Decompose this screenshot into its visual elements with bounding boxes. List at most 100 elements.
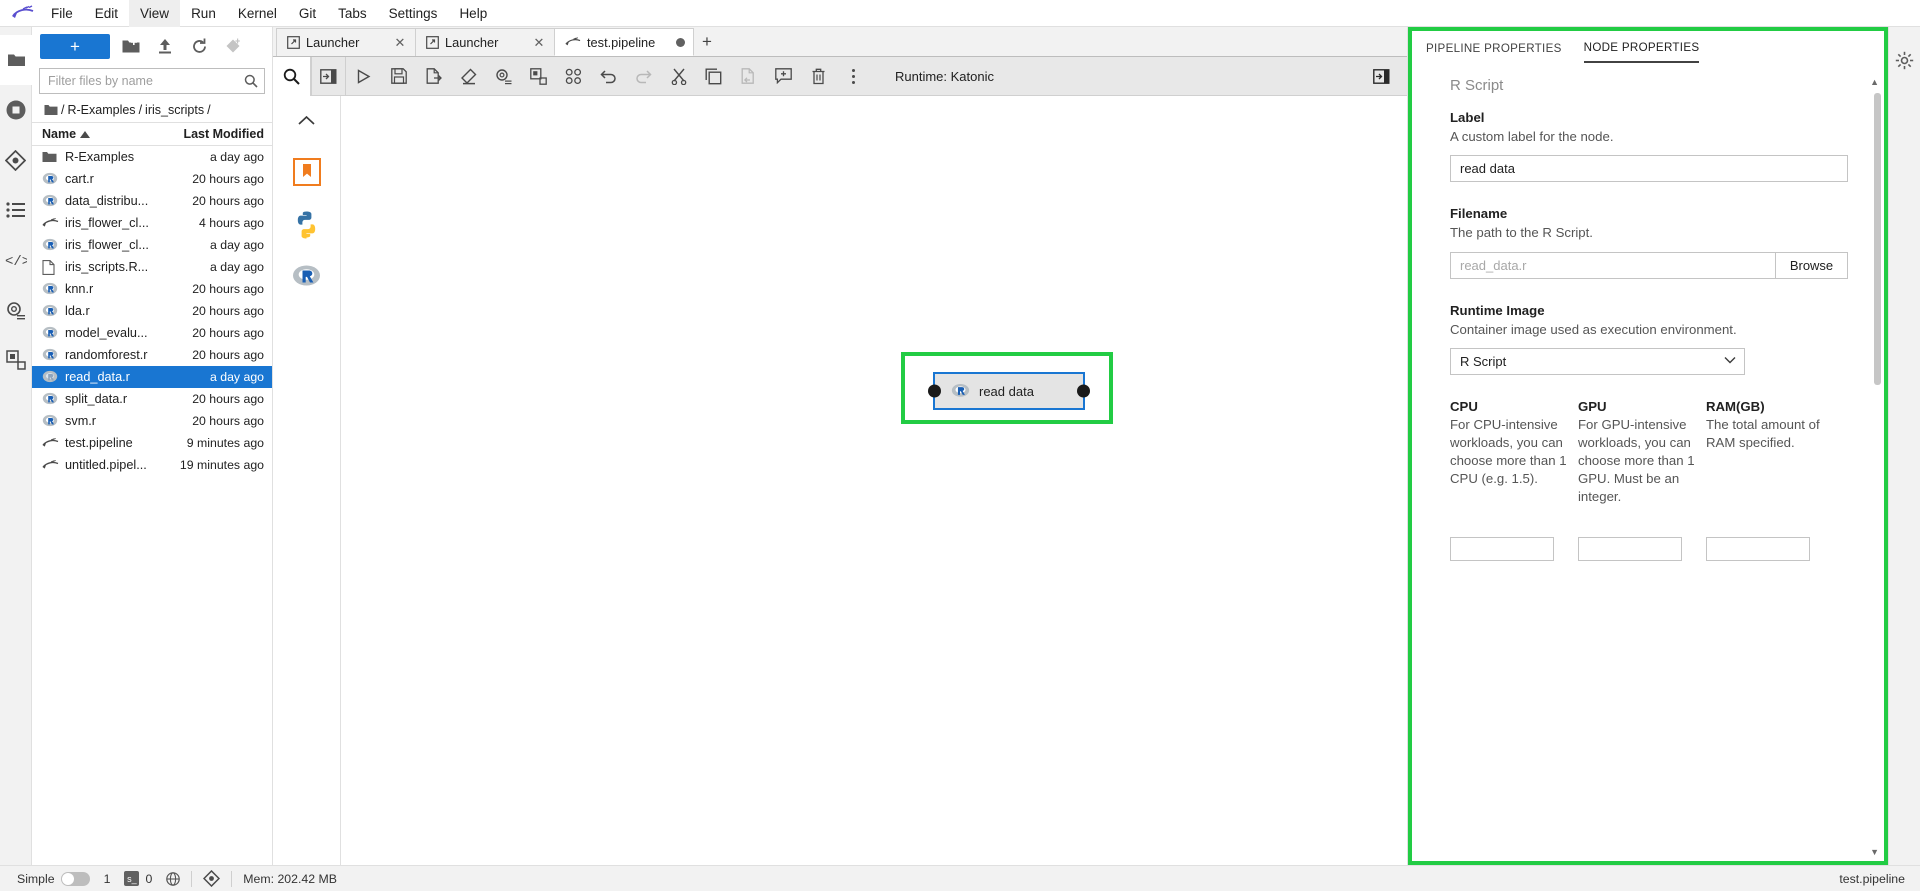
- delete-button[interactable]: [801, 57, 836, 96]
- save-pipeline-button[interactable]: [381, 57, 416, 96]
- menu-git[interactable]: Git: [288, 0, 327, 27]
- menu-file[interactable]: File: [40, 0, 84, 27]
- list-item[interactable]: untitled.pipel... 19 minutes ago: [32, 454, 272, 476]
- menu-edit[interactable]: Edit: [84, 0, 129, 27]
- simple-mode-toggle[interactable]: Simple: [10, 871, 97, 886]
- breadcrumb-root-icon[interactable]: [44, 104, 58, 116]
- properties-scrollbar-track[interactable]: ▲ ▼: [1870, 77, 1881, 857]
- runtime-image-select[interactable]: R Script: [1450, 348, 1745, 376]
- file-filter-box[interactable]: [39, 68, 265, 94]
- git-icon[interactable]: [196, 870, 227, 887]
- breadcrumb-item-r-examples[interactable]: R-Examples: [67, 103, 135, 117]
- breadcrumb-item-iris-scripts[interactable]: iris_scripts: [145, 103, 204, 117]
- menu-kernel[interactable]: Kernel: [227, 0, 288, 27]
- breadcrumb-sep-1[interactable]: /: [139, 103, 142, 117]
- sidebar-item-git[interactable]: [0, 135, 32, 185]
- list-item[interactable]: knn.r 20 hours ago: [32, 278, 272, 300]
- list-item-selected[interactable]: read_data.r a day ago: [32, 366, 272, 388]
- right-settings-panel[interactable]: [1889, 35, 1920, 85]
- sidebar-item-property-settings[interactable]: [0, 285, 32, 335]
- column-header-name[interactable]: Name: [42, 127, 168, 141]
- kernel-count[interactable]: s_ 0: [117, 871, 159, 886]
- tab-test-pipeline[interactable]: test.pipeline: [554, 28, 694, 56]
- search-icon[interactable]: [273, 56, 311, 96]
- new-tab-button[interactable]: +: [693, 28, 721, 56]
- menu-run[interactable]: Run: [180, 0, 227, 27]
- more-options-button[interactable]: [836, 57, 871, 96]
- input-port[interactable]: [928, 384, 941, 398]
- run-pipeline-button[interactable]: [346, 57, 381, 96]
- output-port[interactable]: [1077, 384, 1090, 398]
- redo-button[interactable]: [626, 57, 661, 96]
- unsaved-changes-dot[interactable]: [676, 37, 685, 47]
- filename-input[interactable]: [1450, 251, 1776, 279]
- pipeline-properties-button[interactable]: [486, 57, 521, 96]
- pipeline-canvas[interactable]: read data: [341, 96, 1407, 865]
- list-item[interactable]: iris_flower_cl... a day ago: [32, 234, 272, 256]
- list-item[interactable]: model_evalu... 20 hours ago: [32, 322, 272, 344]
- close-icon[interactable]: ✕: [393, 35, 407, 51]
- sidebar-item-toc[interactable]: [0, 185, 32, 235]
- upload-icon[interactable]: [152, 34, 178, 59]
- palette-python-node[interactable]: [287, 204, 327, 244]
- browse-button[interactable]: Browse: [1776, 251, 1848, 279]
- open-panel-icon[interactable]: [1364, 57, 1399, 96]
- list-item[interactable]: R-Examples a day ago: [32, 146, 272, 168]
- chevron-up-icon[interactable]: [284, 100, 330, 140]
- refresh-icon[interactable]: [186, 34, 212, 59]
- cut-button[interactable]: [661, 57, 696, 96]
- cpu-input[interactable]: [1450, 537, 1554, 562]
- add-comment-button[interactable]: [766, 57, 801, 96]
- new-launcher-button[interactable]: +: [40, 33, 110, 59]
- list-item[interactable]: randomforest.r 20 hours ago: [32, 344, 272, 366]
- pipeline-node-read-data[interactable]: read data: [928, 372, 1090, 410]
- list-item[interactable]: split_data.r 20 hours ago: [32, 388, 272, 410]
- menu-tabs[interactable]: Tabs: [327, 0, 378, 27]
- new-folder-icon[interactable]: [118, 34, 144, 59]
- gpu-input[interactable]: [1578, 537, 1682, 562]
- label-input[interactable]: [1450, 155, 1848, 183]
- copy-button[interactable]: [696, 57, 731, 96]
- palette-generic-node[interactable]: [287, 152, 327, 192]
- list-item[interactable]: test.pipeline 9 minutes ago: [32, 432, 272, 454]
- toggle-node-properties-button[interactable]: [521, 57, 556, 96]
- arrange-layout-button[interactable]: [556, 57, 591, 96]
- breadcrumb-sep-2[interactable]: /: [207, 103, 210, 117]
- tab-pipeline-properties[interactable]: PIPELINE PROPERTIES: [1426, 42, 1562, 62]
- ram-input[interactable]: [1706, 537, 1810, 562]
- sidebar-item-code[interactable]: </>: [0, 235, 32, 285]
- list-item[interactable]: iris_flower_cl... 4 hours ago: [32, 212, 272, 234]
- terminal-count[interactable]: 1: [97, 872, 118, 886]
- menu-view[interactable]: View: [129, 0, 181, 27]
- properties-scroll-region: R Script Label A custom label for the no…: [1412, 63, 1884, 861]
- menu-settings[interactable]: Settings: [378, 0, 449, 27]
- list-item[interactable]: lda.r 20 hours ago: [32, 300, 272, 322]
- search-input[interactable]: [48, 74, 244, 88]
- list-item[interactable]: cart.r 20 hours ago: [32, 168, 272, 190]
- list-item[interactable]: svm.r 20 hours ago: [32, 410, 272, 432]
- new-git-icon[interactable]: [220, 34, 246, 59]
- palette-r-node[interactable]: [287, 256, 327, 296]
- sidebar-item-running-sessions[interactable]: [0, 85, 32, 135]
- export-pipeline-button[interactable]: [416, 57, 451, 96]
- close-icon[interactable]: ✕: [532, 35, 546, 51]
- list-item[interactable]: iris_scripts.R... a day ago: [32, 256, 272, 278]
- toggle-palette-button[interactable]: [311, 56, 346, 96]
- clear-pipeline-button[interactable]: [451, 57, 486, 96]
- tab-launcher-1[interactable]: Launcher ✕: [276, 28, 416, 56]
- sidebar-item-extension-manager[interactable]: [0, 335, 32, 385]
- breadcrumb-sep-0[interactable]: /: [61, 103, 64, 117]
- paste-button[interactable]: [731, 57, 766, 96]
- scroll-up-arrow-icon[interactable]: ▲: [1870, 77, 1879, 87]
- list-item[interactable]: data_distribu... 20 hours ago: [32, 190, 272, 212]
- toggle-switch[interactable]: [60, 871, 90, 886]
- tab-node-properties[interactable]: NODE PROPERTIES: [1583, 41, 1700, 63]
- globe-icon[interactable]: [159, 871, 187, 886]
- tab-launcher-2[interactable]: Launcher ✕: [415, 28, 555, 56]
- column-header-last-modified[interactable]: Last Modified: [168, 127, 264, 141]
- scroll-down-arrow-icon[interactable]: ▼: [1870, 847, 1879, 857]
- undo-button[interactable]: [591, 57, 626, 96]
- canvas-area: read data: [273, 96, 1407, 865]
- menu-help[interactable]: Help: [448, 0, 498, 27]
- sidebar-item-file-browser[interactable]: [0, 35, 32, 85]
